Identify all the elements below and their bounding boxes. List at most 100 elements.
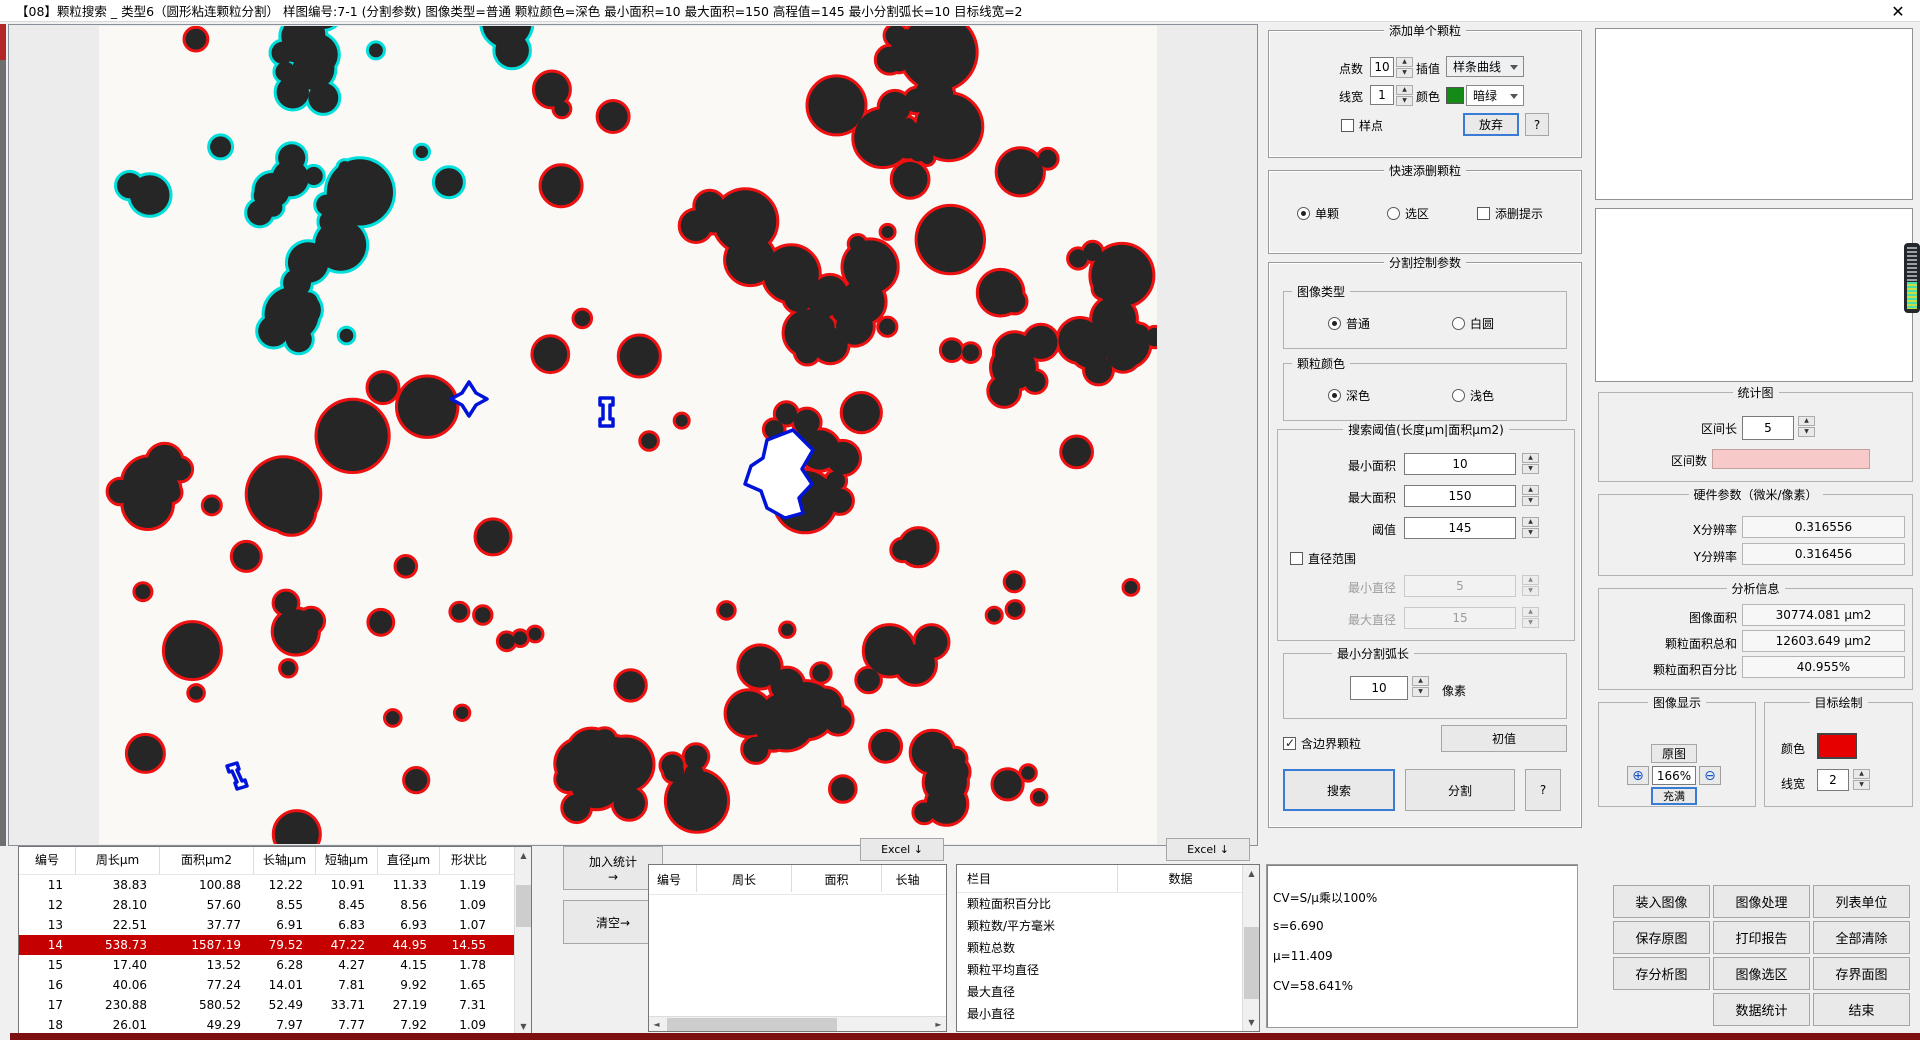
spin-up-icon[interactable]: ▲ — [1798, 416, 1815, 426]
action-button[interactable]: 装入图像 — [1613, 885, 1710, 918]
summary-row[interactable]: 最大直径 — [957, 981, 1259, 1003]
particle-table-header[interactable]: 周长μm — [75, 847, 159, 874]
action-button[interactable]: 存分析图 — [1613, 957, 1710, 990]
red-color-swatch[interactable] — [1817, 733, 1857, 759]
particle-table-header[interactable]: 直径μm — [377, 847, 439, 874]
zoom-out-icon[interactable]: ⊖ — [1699, 766, 1721, 785]
spin-down-icon[interactable]: ▼ — [1522, 464, 1539, 474]
summary-row[interactable]: 颗粒面积百分比 — [957, 893, 1259, 915]
scrollbar-thumb[interactable] — [667, 1018, 837, 1031]
bin-length-field[interactable]: 5 — [1742, 416, 1794, 440]
particle-table-header[interactable]: 短轴μm — [315, 847, 377, 874]
vertical-scrollbar[interactable]: ▲ ▼ — [514, 847, 531, 1035]
include-boundary-checkbox[interactable]: 含边界颗粒 — [1283, 735, 1361, 752]
spin-up-icon[interactable]: ▲ — [1396, 57, 1413, 67]
table-row[interactable]: 1322.5137.776.916.836.931.07 — [19, 915, 531, 935]
help-button[interactable]: ? — [1525, 113, 1549, 136]
docked-edge-widget[interactable] — [1904, 243, 1920, 313]
table-row[interactable]: 1517.4013.526.284.274.151.78 — [19, 955, 531, 975]
summary-row[interactable]: 颗粒数/平方毫米 — [957, 915, 1259, 937]
color-light-radio[interactable]: 浅色 — [1452, 387, 1494, 404]
close-icon[interactable]: ✕ — [1876, 0, 1920, 22]
summary-header-item[interactable]: 栏目 — [957, 865, 1117, 892]
sample-point-checkbox[interactable]: 样点 — [1341, 117, 1383, 134]
zoom-in-icon[interactable]: ⊕ — [1627, 766, 1649, 785]
min-arc-field[interactable]: 10 — [1350, 676, 1408, 700]
edit-hint-checkbox[interactable]: 添删提示 — [1477, 205, 1543, 222]
spin-down-icon[interactable]: ▼ — [1522, 496, 1539, 506]
spin-down-icon[interactable]: ▼ — [1396, 96, 1413, 106]
particle-image-canvas[interactable] — [99, 26, 1157, 844]
spin-up-icon[interactable]: ▲ — [1396, 85, 1413, 95]
type-white-radio[interactable]: 白圆 — [1452, 315, 1494, 332]
excel-export-button-2[interactable]: Excel ↓ — [1166, 838, 1250, 861]
table-row[interactable]: 1228.1057.608.558.458.561.09 — [19, 895, 531, 915]
scroll-down-icon[interactable]: ▼ — [1243, 1014, 1260, 1031]
summary-header-data[interactable]: 数据 — [1117, 865, 1243, 892]
linewidth-field[interactable]: 1 — [1370, 85, 1394, 105]
particle-table-header[interactable]: 形状比 — [439, 847, 498, 874]
selected-table-header[interactable]: 编号 — [649, 865, 696, 892]
zoom-level-field[interactable]: 166% — [1652, 766, 1696, 785]
fit-button[interactable]: 充满 — [1651, 787, 1697, 805]
threshold-field[interactable]: 145 — [1404, 517, 1516, 539]
region-radio[interactable]: 选区 — [1387, 205, 1429, 222]
bin-count-field[interactable] — [1712, 449, 1870, 469]
scrollbar-thumb[interactable] — [1244, 927, 1259, 999]
excel-export-button-1[interactable]: Excel ↓ — [860, 838, 944, 861]
points-field[interactable]: 10 — [1370, 57, 1394, 77]
particle-table-header[interactable]: 面积μm2 — [159, 847, 253, 874]
action-button[interactable]: 图像选区 — [1713, 957, 1810, 990]
spin-down-icon[interactable]: ▼ — [1412, 687, 1429, 697]
summary-row[interactable]: 颗粒平均直径 — [957, 959, 1259, 981]
action-button[interactable]: 列表单位 — [1813, 885, 1910, 918]
action-button[interactable]: 图像处理 — [1713, 885, 1810, 918]
table-row[interactable]: 1138.83100.8812.2210.9111.331.19 — [19, 875, 531, 895]
table-row[interactable]: 1826.0149.297.977.777.921.09 — [19, 1015, 531, 1035]
green-color-swatch[interactable] — [1446, 87, 1464, 104]
spin-up-icon[interactable]: ▲ — [1522, 485, 1539, 495]
color-dark-radio[interactable]: 深色 — [1328, 387, 1370, 404]
single-particle-radio[interactable]: 单颗 — [1297, 205, 1339, 222]
scroll-up-icon[interactable]: ▲ — [1243, 865, 1260, 882]
selected-table-header[interactable]: 周长 — [696, 865, 791, 892]
horizontal-scrollbar[interactable]: ◄ ► — [649, 1016, 946, 1031]
particle-table-header[interactable]: 长轴μm — [253, 847, 315, 874]
segment-help-button[interactable]: ? — [1525, 769, 1561, 811]
scroll-up-icon[interactable]: ▲ — [515, 847, 532, 864]
scrollbar-thumb[interactable] — [516, 885, 531, 927]
min-area-field[interactable]: 10 — [1404, 453, 1516, 475]
search-button[interactable]: 搜索 — [1283, 769, 1395, 811]
action-button[interactable]: 打印报告 — [1713, 921, 1810, 954]
max-area-field[interactable]: 150 — [1404, 485, 1516, 507]
particle-table-header[interactable]: 编号 — [19, 847, 75, 874]
init-button[interactable]: 初值 — [1441, 725, 1567, 752]
original-image-button[interactable]: 原图 — [1651, 744, 1697, 763]
spin-down-icon[interactable]: ▼ — [1522, 528, 1539, 538]
spin-up-icon[interactable]: ▲ — [1412, 676, 1429, 686]
interp-dropdown[interactable]: 样条曲线 — [1446, 56, 1524, 77]
scroll-right-icon[interactable]: ► — [931, 1017, 946, 1032]
table-row[interactable]: 17230.88580.5252.4933.7127.197.31 — [19, 995, 531, 1015]
spin-down-icon[interactable]: ▼ — [1798, 427, 1815, 437]
split-button[interactable]: 分割 — [1405, 769, 1515, 811]
selected-table-header[interactable]: 面积 — [791, 865, 881, 892]
discard-button[interactable]: 放弃 — [1463, 113, 1519, 136]
draw-width-field[interactable]: 2 — [1817, 769, 1849, 791]
summary-row[interactable]: 最小直径 — [957, 1003, 1259, 1025]
action-button[interactable]: 全部清除 — [1813, 921, 1910, 954]
selected-table-header[interactable]: 长轴 — [881, 865, 933, 892]
action-button[interactable]: 结束 — [1813, 993, 1910, 1026]
color-dropdown[interactable]: 暗绿 — [1466, 85, 1524, 106]
spin-up-icon[interactable]: ▲ — [1522, 453, 1539, 463]
spin-down-icon[interactable]: ▼ — [1853, 780, 1870, 790]
spin-up-icon[interactable]: ▲ — [1853, 769, 1870, 779]
vertical-scrollbar[interactable]: ▲ ▼ — [1242, 865, 1259, 1031]
scroll-left-icon[interactable]: ◄ — [649, 1017, 664, 1032]
summary-row[interactable]: 颗粒总数 — [957, 937, 1259, 959]
diameter-range-checkbox[interactable]: 直径范围 — [1290, 550, 1356, 567]
table-row[interactable]: 14538.731587.1979.5247.2244.9514.55 — [19, 935, 531, 955]
action-button[interactable]: 保存原图 — [1613, 921, 1710, 954]
spin-down-icon[interactable]: ▼ — [1396, 68, 1413, 78]
action-button[interactable]: 存界面图 — [1813, 957, 1910, 990]
